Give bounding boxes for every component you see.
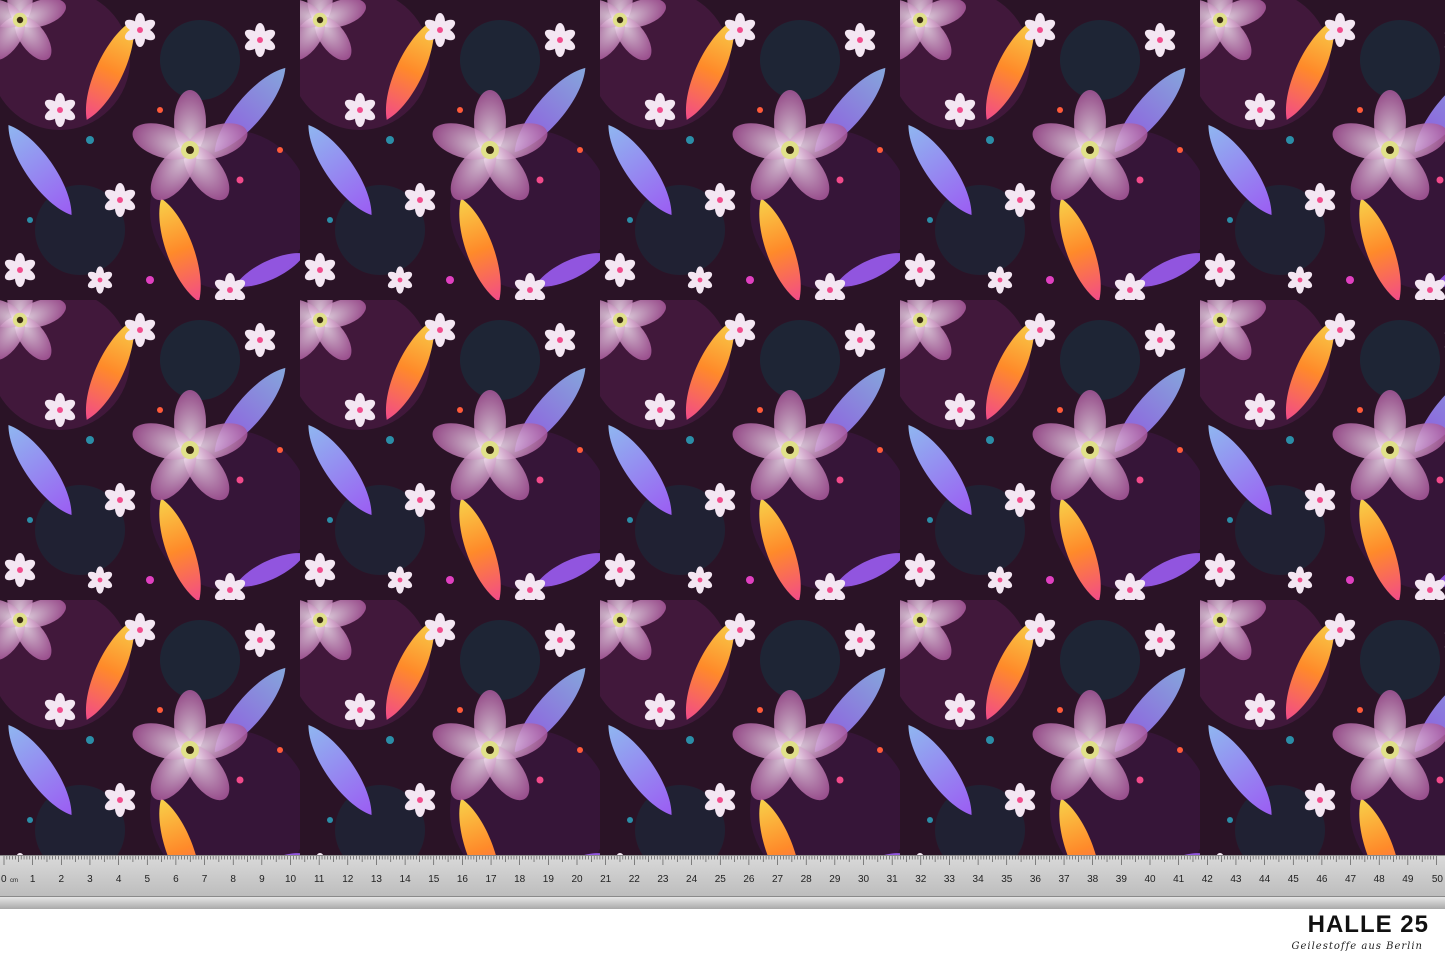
ruler-label: 49 [1402,874,1414,885]
ruler-label: 39 [1116,874,1128,885]
ruler-label: 33 [944,874,956,885]
ruler-label: 45 [1288,874,1300,885]
ruler-label: 16 [457,874,469,885]
ruler-label: 11 [314,874,325,885]
ruler-label: 0 [1,874,7,885]
fabric-pattern-svg [0,0,1445,855]
ruler-label: 5 [144,874,150,885]
ruler-label: 12 [342,874,354,885]
ruler-label: 27 [772,874,784,885]
ruler-label: 28 [801,874,813,885]
ruler-label: 34 [973,874,985,885]
ruler-label: 36 [1030,874,1042,885]
ruler-label: 29 [829,874,841,885]
ruler-label: 14 [400,874,412,885]
ruler-label: 44 [1259,874,1271,885]
ruler-label: 38 [1087,874,1099,885]
ruler-label: 25 [715,874,727,885]
ruler-label: 40 [1144,874,1156,885]
ruler-label: 15 [428,874,440,885]
ruler-label: 17 [485,874,497,885]
ruler-label: 41 [1173,874,1185,885]
ruler-label: 31 [887,874,899,885]
ruler-label: 47 [1345,874,1357,885]
ruler-label: 24 [686,874,698,885]
ruler-label: 35 [1001,874,1013,885]
ruler-label: 26 [743,874,755,885]
ruler-label: 46 [1316,874,1328,885]
ruler-label: 9 [259,874,265,885]
ruler-label: 30 [858,874,870,885]
ruler-label: 2 [59,874,65,885]
ruler-label: 4 [116,874,122,885]
ruler-label: 7 [202,874,208,885]
brand-tagline: Geilestoffe aus Berlin [1291,941,1423,952]
ruler-unit-label: cm [10,878,18,884]
measuring-ruler: 0 cm 1 2 3 4 5 6 7 8 9 10 11 12 13 14 15 16 17 18 19 20 21 22 23… [0,855,1445,897]
ruler-label: 21 [600,874,612,885]
ruler-label: 23 [657,874,669,885]
ruler-label: 32 [915,874,927,885]
ruler-scale: 0 cm 1 2 3 4 5 6 7 8 9 10 11 12 13 14 15 16 17 18 19 20 21 22 23… [1,856,1444,885]
ruler-label: 19 [543,874,555,885]
ruler-label: 48 [1374,874,1386,885]
ruler-label: 18 [514,874,526,885]
ruler-label: 3 [87,874,93,885]
ruler-label: 22 [629,874,641,885]
ruler-edge [0,897,1445,909]
ruler-label: 10 [285,874,297,885]
ruler-label: 50 [1432,874,1444,885]
ruler-label: 8 [230,874,236,885]
ruler-label: 1 [30,874,36,885]
ruler-label: 13 [371,874,383,885]
brand-name: HALLE 25 [1307,911,1429,938]
ruler-label: 43 [1230,874,1242,885]
ruler-label: 6 [173,874,179,885]
ruler-label: 42 [1202,874,1214,885]
ruler-label: 20 [571,874,583,885]
brand-footer: HALLE 25 Geilestoffe aus Berlin [0,909,1445,963]
fabric-pattern-image [0,0,1445,855]
ruler-label: 37 [1058,874,1070,885]
